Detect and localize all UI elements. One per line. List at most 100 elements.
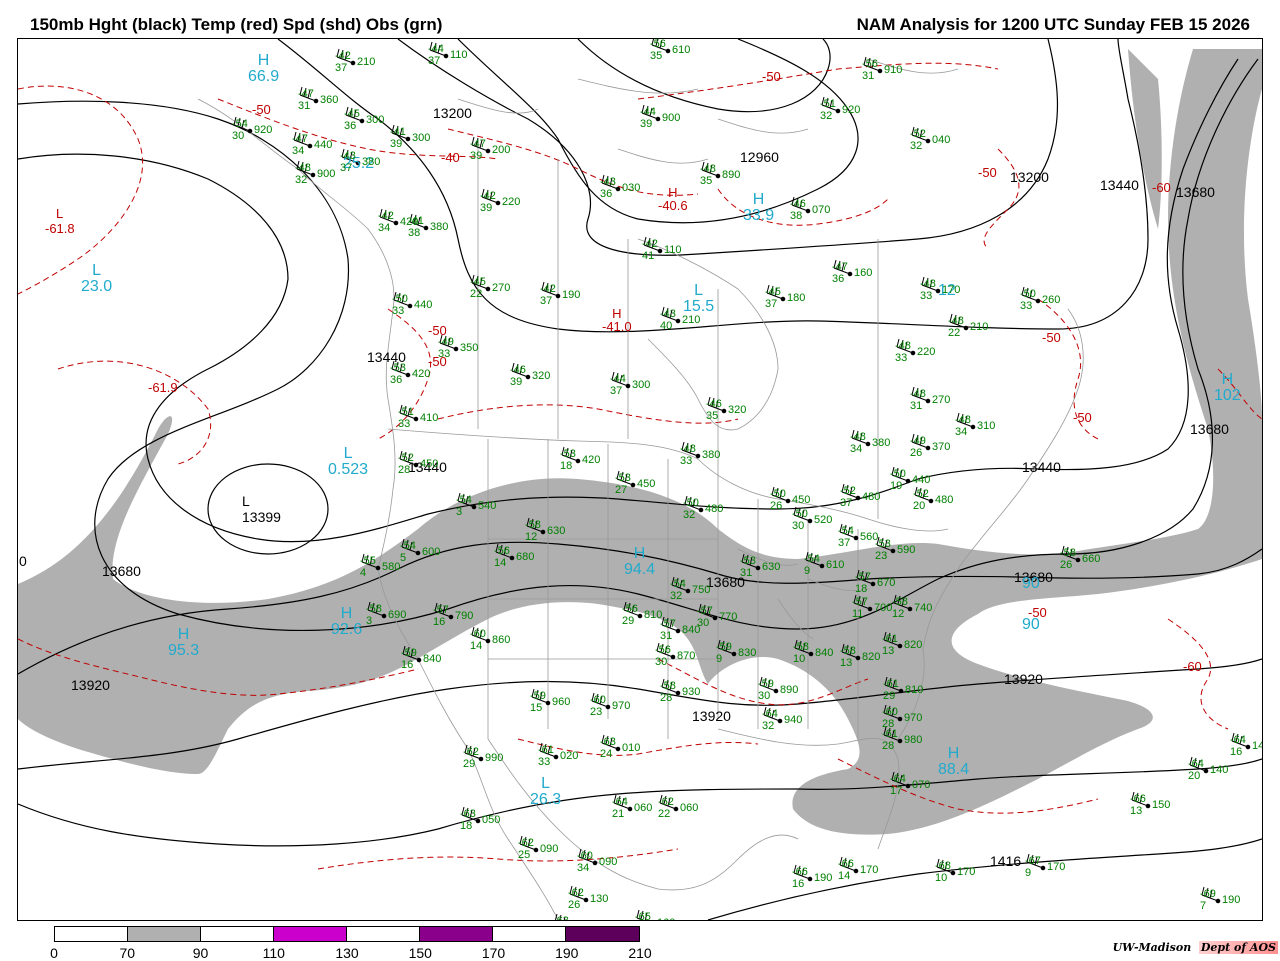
obs-dewpoint: 37 <box>765 298 778 310</box>
obs-height: 420 <box>582 454 601 466</box>
obs-dewpoint: 13 <box>882 645 895 657</box>
obs-temp: -67 <box>1025 855 1041 867</box>
obs-temp: -49 <box>910 435 926 447</box>
obs-dewpoint: 14 <box>470 640 483 652</box>
obs-dewpoint: 28 <box>882 740 895 752</box>
obs-dewpoint: 33 <box>398 418 411 430</box>
obs-dewpoint: 30 <box>232 130 245 142</box>
obs-height: 810 <box>905 684 924 696</box>
obs-temp: -46 <box>790 198 806 210</box>
obs-height: 020 <box>560 750 579 762</box>
obs-temp: -59 <box>758 678 774 690</box>
obs-height: 440 <box>314 139 333 151</box>
obs-dewpoint: 26 <box>1060 559 1073 571</box>
obs-temp: -54 <box>400 540 416 552</box>
temp-label: -50 <box>762 69 781 84</box>
obs-temp: -59 <box>401 647 417 659</box>
obs-height: 060 <box>634 802 653 814</box>
obs-temp: -50 <box>683 497 699 509</box>
obs-height: 410 <box>420 412 439 424</box>
obs-height: 320 <box>532 370 551 382</box>
temp-high-center: H -41.0 <box>602 306 632 334</box>
obs-height: 890 <box>780 684 799 696</box>
obs-temp: -42 <box>642 238 658 250</box>
obs-dewpoint: 37 <box>840 497 853 509</box>
jet-stream-shade <box>18 49 1262 835</box>
obs-dewpoint: 35 <box>706 410 719 422</box>
legend-color-swatch <box>274 927 347 941</box>
temp-contour <box>1167 618 1229 730</box>
obs-dewpoint: 28 <box>398 464 411 476</box>
obs-height: 090 <box>540 843 559 855</box>
obs-height: 790 <box>455 610 474 622</box>
obs-height: 480 <box>862 491 881 503</box>
obs-dewpoint: 37 <box>428 55 441 67</box>
obs-height: 700 <box>874 602 893 614</box>
obs-dewpoint: 31 <box>862 70 875 82</box>
legend-tick-label: 210 <box>628 945 652 961</box>
obs-height: 420 <box>412 368 431 380</box>
obs-temp: -62 <box>518 837 534 849</box>
obs-temp: -44 <box>640 106 656 118</box>
obs-height: 060 <box>680 802 699 814</box>
legend-color-swatch <box>128 927 201 941</box>
temp-label: -40 <box>441 150 460 165</box>
obs-temp: -61 <box>538 744 554 756</box>
obs-dewpoint: 32 <box>683 509 696 521</box>
obs-height: 300 <box>412 132 431 144</box>
obs-temp: -53 <box>875 538 891 550</box>
obs-dewpoint: 27 <box>615 484 628 496</box>
obs-temp: -47 <box>292 133 308 145</box>
obs-height: 050 <box>482 814 501 826</box>
obs-dewpoint: 37 <box>340 162 353 174</box>
obs-height: 600 <box>422 546 441 558</box>
obs-height: 670 <box>877 577 896 589</box>
obs-temp: -52 <box>840 485 856 497</box>
obs-dewpoint: 26 <box>568 899 581 911</box>
obs-dewpoint: 23 <box>875 550 888 562</box>
legend-tick-label: 170 <box>481 945 506 961</box>
obs-temp: -48 <box>850 431 866 443</box>
obs-dewpoint: 30 <box>697 617 710 629</box>
obs-dewpoint: 11 <box>852 608 864 620</box>
high-center: H 102 <box>1214 371 1241 404</box>
obs-dewpoint: 39 <box>480 202 493 214</box>
obs-height: 870 <box>677 650 696 662</box>
obs-height: 440 <box>414 299 433 311</box>
valid-time-title: NAM Analysis for 1200 UTC Sunday FEB 15 … <box>856 15 1250 34</box>
obs-temp: -45 <box>765 286 781 298</box>
obs-height: 220 <box>502 196 521 208</box>
obs-height: 900 <box>317 168 336 180</box>
height-label: 13680 <box>1176 184 1215 200</box>
obs-temp: -64 <box>890 773 906 785</box>
height-label: 13399 <box>242 509 281 525</box>
obs-dewpoint: 34 <box>577 862 590 874</box>
obs-height: 210 <box>970 321 989 333</box>
obs-dewpoint: 35 <box>650 50 663 62</box>
obs-dewpoint: 14 <box>494 557 507 569</box>
obs-dewpoint: 33 <box>680 455 693 467</box>
obs-dewpoint: 26 <box>910 447 923 459</box>
obs-height: 170 <box>860 864 879 876</box>
obs-height: 380 <box>430 221 449 233</box>
obs-height: 380 <box>872 437 891 449</box>
temp-label: -61.9 <box>148 380 178 395</box>
obs-height: 980 <box>904 734 923 746</box>
legend-tick-label: 190 <box>555 945 579 961</box>
weather-map: 13200 12960 13200 13440 13680 13440 1344… <box>17 38 1263 921</box>
obs-temp: -57 <box>852 596 868 608</box>
obs-temp: -60 <box>470 628 486 640</box>
obs-temp: -41 <box>408 215 424 227</box>
obs-dewpoint: 37 <box>838 537 851 549</box>
obs-height: 030 <box>622 182 641 194</box>
obs-temp: -45 <box>344 108 360 120</box>
obs-height: 970 <box>612 700 631 712</box>
obs-temp: -60 <box>882 706 898 718</box>
obs-height: 380 <box>362 156 381 168</box>
obs-height: 210 <box>682 314 701 326</box>
obs-dewpoint: 18 <box>855 583 868 595</box>
obs-dewpoint: 7 <box>1200 900 1207 912</box>
obs-temp: -54 <box>838 525 854 537</box>
obs-temp: -50 <box>770 488 786 500</box>
height-label: 12960 <box>740 149 779 165</box>
